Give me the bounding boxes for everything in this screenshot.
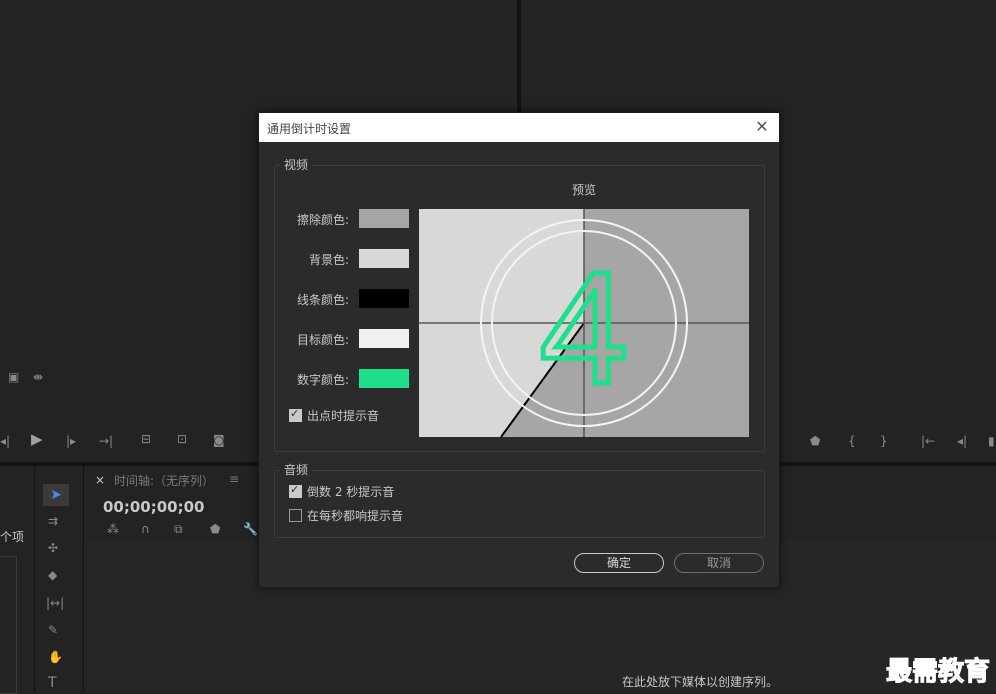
step-back-program-icon[interactable]: ◂| bbox=[957, 434, 967, 448]
cancel-button[interactable]: 取消 bbox=[674, 553, 764, 573]
type-tool-icon[interactable]: T bbox=[48, 676, 57, 690]
mark-out-icon[interactable]: } bbox=[880, 434, 888, 448]
timeline-drop-hint: 在此处放下媒体以创建序列。 bbox=[622, 675, 779, 689]
insert-icon[interactable]: ⊟ bbox=[141, 432, 151, 446]
cue-every-sec-checkbox[interactable] bbox=[289, 509, 302, 522]
project-item-count: 个项 bbox=[0, 530, 25, 544]
razor-tool-icon[interactable]: ◆ bbox=[48, 568, 57, 582]
cue-at-out-checkbox[interactable] bbox=[289, 407, 302, 422]
dialog-title: 通用倒计时设置 bbox=[267, 122, 352, 136]
export-frame-icon[interactable]: ⇼ bbox=[33, 370, 43, 384]
snap-icon[interactable]: ∩ bbox=[141, 522, 150, 536]
audio-group bbox=[274, 470, 765, 538]
track-select-tool-icon[interactable]: ⇉ bbox=[48, 514, 58, 528]
linked-selection-icon[interactable]: ⧉ bbox=[174, 522, 183, 536]
project-list-area bbox=[0, 556, 17, 694]
target-color-swatch[interactable] bbox=[359, 329, 409, 348]
hand-tool-icon[interactable]: ✋ bbox=[48, 650, 63, 664]
wipe-color-label: 擦除颜色: bbox=[296, 213, 349, 227]
watermark-logo: 最需教育 bbox=[885, 657, 990, 688]
wipe-color-swatch[interactable] bbox=[359, 209, 409, 228]
cue-2sec-checkbox[interactable] bbox=[289, 483, 302, 498]
camera-icon[interactable]: ◙ bbox=[213, 433, 225, 447]
dialog-titlebar[interactable]: 通用倒计时设置 ✕ bbox=[259, 113, 779, 142]
slip-tool-icon[interactable]: |↔| bbox=[46, 596, 64, 610]
mark-in-icon[interactable]: { bbox=[848, 434, 856, 448]
audio-group-legend: 音频 bbox=[280, 461, 313, 478]
go-to-in-icon[interactable]: |← bbox=[921, 434, 935, 448]
background-color-label: 背景色: bbox=[308, 253, 349, 267]
line-color-swatch[interactable] bbox=[359, 289, 409, 308]
background-color-swatch[interactable] bbox=[359, 249, 409, 268]
go-to-out-icon[interactable]: →| bbox=[99, 434, 113, 448]
selection-tool-icon[interactable]: ➤ bbox=[43, 484, 69, 506]
save-icon[interactable]: ▣ bbox=[8, 370, 19, 384]
timeline-close-button[interactable]: × bbox=[95, 473, 105, 487]
cue-2sec-label[interactable]: 倒数 2 秒提示音 bbox=[307, 483, 394, 500]
timeline-timecode[interactable]: 00;00;00;00 bbox=[103, 498, 205, 516]
wrench-icon[interactable]: 🔧 bbox=[243, 522, 258, 536]
step-forward-icon[interactable]: |▸ bbox=[66, 434, 76, 448]
nest-icon[interactable]: ⁂ bbox=[107, 522, 119, 536]
cue-at-out-label[interactable]: 出点时提示音 bbox=[307, 407, 379, 424]
ok-button[interactable]: 确定 bbox=[574, 553, 664, 573]
number-color-swatch[interactable] bbox=[359, 369, 409, 388]
play-program-icon[interactable]: ▮ bbox=[988, 434, 995, 448]
pen-tool-icon[interactable]: ✎ bbox=[48, 623, 58, 637]
overwrite-icon[interactable]: ⊡ bbox=[177, 432, 187, 446]
countdown-preview: 4 bbox=[419, 209, 749, 437]
preview-number: 4 bbox=[540, 238, 629, 417]
cue-every-sec-label[interactable]: 在每秒都响提示音 bbox=[307, 507, 403, 524]
step-back-icon[interactable]: ◂| bbox=[0, 434, 10, 448]
timeline-tab-label[interactable]: 时间轴:（无序列） bbox=[114, 472, 214, 489]
countdown-settings-dialog: 通用倒计时设置 ✕ 视频 预览 擦除颜色: 背景色: 线条颜色: 目标颜色: 数… bbox=[258, 112, 780, 588]
play-icon[interactable]: ▶ bbox=[31, 432, 43, 447]
number-color-label: 数字颜色: bbox=[296, 373, 349, 387]
add-marker-icon[interactable]: ⬟ bbox=[210, 522, 220, 536]
line-color-label: 线条颜色: bbox=[296, 293, 349, 307]
ripple-edit-tool-icon[interactable]: ✣ bbox=[48, 541, 58, 555]
video-group-legend: 视频 bbox=[280, 156, 313, 173]
timeline-menu-icon[interactable]: ≡ bbox=[229, 472, 239, 486]
target-color-label: 目标颜色: bbox=[296, 333, 349, 347]
close-icon[interactable]: ✕ bbox=[753, 118, 771, 136]
preview-label: 预览 bbox=[572, 183, 597, 197]
marker-icon[interactable]: ⬟ bbox=[810, 434, 820, 448]
